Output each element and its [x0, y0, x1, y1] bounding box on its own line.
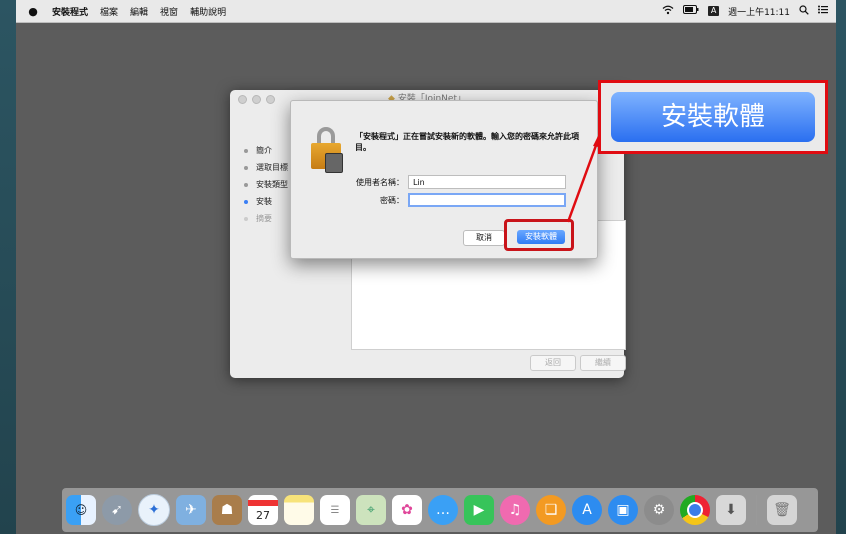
menu-help[interactable]: 輔助說明	[190, 5, 226, 18]
launchpad-icon[interactable]: ➹	[102, 495, 132, 525]
mail-icon[interactable]: ✈	[176, 495, 206, 525]
username-row: 使用者名稱： Lin	[331, 175, 566, 189]
notes-icon[interactable]	[284, 495, 314, 525]
username-label: 使用者名稱：	[356, 177, 404, 187]
step-item: 安裝類型	[244, 176, 288, 193]
dock: ☺ ➹ ✦ ✈ ☗ 27 ☰ ⌖ ✿ … ▶ ♫ ❏ A ▣ ⚙ ⬇ 🗑	[62, 488, 818, 532]
step-item: 簡介	[244, 142, 288, 159]
step-item: 摘要	[244, 210, 288, 227]
auth-message: 「安裝程式」正在嘗試安裝新的軟體。輸入您的密碼來允許此項目。	[355, 132, 579, 152]
app-store-icon[interactable]: A	[572, 495, 602, 525]
apple-menu-icon[interactable]: ●	[26, 5, 40, 18]
calendar-icon[interactable]: 27	[248, 495, 278, 525]
username-field[interactable]: Lin	[408, 175, 566, 189]
cancel-button[interactable]: 取消	[463, 230, 505, 246]
status-area: A 週一上午11:11	[662, 0, 828, 22]
installer-icon[interactable]: ⬇	[716, 495, 746, 525]
continue-button[interactable]: 繼續	[580, 355, 626, 371]
installer-steps: 簡介 選取目標 安裝類型 安裝 摘要	[244, 142, 288, 227]
calendar-day: 27	[256, 508, 270, 522]
dock-separator	[756, 495, 757, 525]
input-source-badge[interactable]: A	[708, 6, 720, 16]
trash-icon[interactable]: 🗑	[767, 495, 797, 525]
left-frame	[0, 0, 16, 534]
desktop: ● 安裝程式 檔案 編輯 視窗 輔助說明 A 週一上午11:11 ◆ 安裝「Jo…	[16, 0, 836, 534]
menu-edit[interactable]: 編輯	[130, 5, 148, 18]
reminders-icon[interactable]: ☰	[320, 495, 350, 525]
battery-icon[interactable]	[683, 5, 699, 17]
menu-installer[interactable]: 安裝程式	[52, 5, 88, 18]
zoomed-install-button: 安裝軟體	[611, 92, 815, 142]
back-button[interactable]: 返回	[530, 355, 576, 371]
notification-center-icon[interactable]	[818, 5, 828, 17]
finder-icon[interactable]: ☺	[66, 495, 96, 525]
menu-window[interactable]: 視窗	[160, 5, 178, 18]
step-dot	[244, 199, 248, 204]
photos-icon[interactable]: ✿	[392, 495, 422, 525]
facetime-icon[interactable]: ▶	[464, 495, 494, 525]
itunes-icon[interactable]: ♫	[500, 495, 530, 525]
step-item: 選取目標	[244, 159, 288, 176]
step-dot	[244, 216, 248, 221]
step-item-current: 安裝	[244, 193, 288, 210]
spotlight-search-icon[interactable]	[799, 4, 809, 18]
safari-icon[interactable]: ✦	[138, 494, 170, 526]
menu-bar: ● 安裝程式 檔案 編輯 視窗 輔助說明 A 週一上午11:11	[16, 0, 836, 23]
ibooks-icon[interactable]: ❏	[536, 495, 566, 525]
menubar-clock[interactable]: 週一上午11:11	[728, 5, 790, 18]
password-row: 密碼：	[331, 193, 566, 207]
highlight-box	[504, 219, 574, 251]
callout-zoom-box: 安裝軟體	[598, 80, 828, 154]
zoom-icon[interactable]: ▣	[608, 495, 638, 525]
right-frame	[836, 0, 846, 534]
step-dot	[244, 182, 248, 187]
system-preferences-icon[interactable]: ⚙	[644, 495, 674, 525]
step-dot	[244, 165, 248, 170]
messages-icon[interactable]: …	[428, 495, 458, 525]
maps-icon[interactable]: ⌖	[356, 495, 386, 525]
menu-file[interactable]: 檔案	[100, 5, 118, 18]
contacts-icon[interactable]: ☗	[212, 495, 242, 525]
password-field[interactable]	[408, 193, 566, 207]
lock-icon	[311, 127, 345, 173]
wifi-icon[interactable]	[662, 5, 674, 18]
password-label: 密碼：	[380, 195, 404, 205]
chrome-icon[interactable]	[680, 495, 710, 525]
step-dot	[244, 148, 248, 153]
